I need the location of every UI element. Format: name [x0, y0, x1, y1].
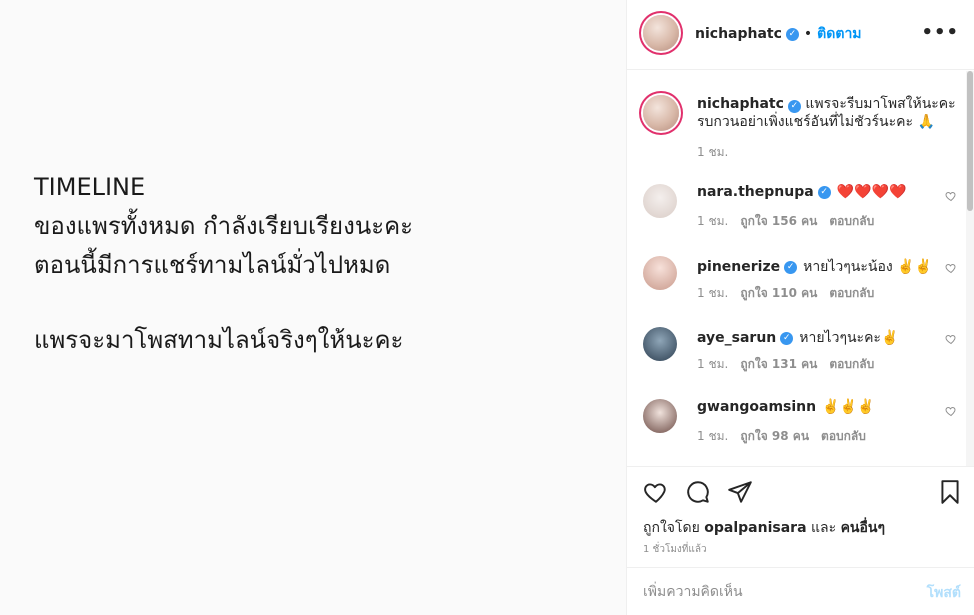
commenter-username[interactable]: gwangoamsinn: [697, 399, 816, 415]
comments-list[interactable]: nichaphatc ✓ แพรจะรีบมาโพสให้นะคะ รบกวนอย…: [627, 71, 967, 466]
save-bookmark-icon[interactable]: [937, 479, 963, 505]
reply-button[interactable]: ตอบกลับ: [821, 427, 866, 446]
header-separator: •: [803, 26, 813, 42]
author-username[interactable]: nichaphatc: [695, 26, 782, 42]
comment-item: gwangoamsinn ✌️✌️✌️ 1 ชม. ถูกใจ 98 คน ตอ…: [643, 399, 963, 466]
liked-by-others[interactable]: คนอื่นๆ: [841, 520, 885, 536]
comments-scrollbar[interactable]: [966, 71, 974, 466]
comment-text: หายไวๆนะน้อง ✌️✌️: [803, 259, 933, 275]
verified-badge-icon: ✓: [817, 185, 831, 199]
liked-by-prefix: ถูกใจโดย: [643, 520, 700, 536]
post-text-line-2: ของแพรทั้งหมด กำลังเรียบเรียงนะคะ: [34, 212, 414, 240]
verified-badge-icon: ✓: [780, 331, 794, 345]
verified-badge-icon: ✓: [784, 260, 798, 274]
caption-username[interactable]: nichaphatc: [697, 96, 784, 112]
liked-by-and: และ: [810, 520, 837, 536]
comment-text: ❤️❤️❤️❤️: [836, 184, 907, 200]
comment-line: nara.thepnupa ✓ ❤️❤️❤️❤️: [697, 184, 906, 200]
liked-by-line: ถูกใจโดย opalpanisara และ คนอื่นๆ: [643, 517, 885, 539]
comment-meta: 1 ชม. ถูกใจ 98 คน ตอบกลับ: [697, 427, 866, 446]
verified-badge-icon: ✓: [787, 100, 801, 113]
post-detail-panel: nichaphatc ✓ • ติดตาม ••• nichaphatc ✓ แพ…: [626, 0, 974, 615]
comment-time[interactable]: 1 ชม.: [697, 427, 728, 446]
caption-time[interactable]: 1 ชม.: [697, 143, 728, 162]
like-comment-heart-icon[interactable]: [945, 405, 957, 417]
add-comment-bar: โพสต์: [627, 567, 974, 615]
post-text-line-3: ตอนนี้มีการแชร์ทามไลน์มั่วไปหมด: [34, 251, 391, 279]
like-comment-heart-icon[interactable]: [945, 333, 957, 345]
author-avatar[interactable]: [643, 15, 679, 51]
like-comment-heart-icon[interactable]: [945, 262, 957, 274]
commenter-username[interactable]: nara.thepnupa: [697, 184, 814, 200]
comment-item: aye_sarun ✓ หายไวๆนะคะ✌️ 1 ชม. ถูกใจ 131…: [643, 327, 963, 399]
post-timestamp[interactable]: 1 ชั่วโมงที่แล้ว: [643, 542, 707, 557]
caption-meta: 1 ชม.: [697, 143, 728, 162]
comment-time[interactable]: 1 ชม.: [697, 212, 728, 231]
commenter-avatar[interactable]: [643, 256, 677, 290]
post-image[interactable]: TIMELINE ของแพรทั้งหมด กำลังเรียบเรียงนะ…: [0, 0, 626, 615]
comment-time[interactable]: 1 ชม.: [697, 355, 728, 374]
more-options-icon[interactable]: •••: [921, 22, 959, 43]
comment-time[interactable]: 1 ชม.: [697, 284, 728, 303]
liked-by-user[interactable]: opalpanisara: [704, 520, 806, 536]
post-text-line-4: แพรจะมาโพสทามไลน์จริงๆให้นะคะ: [34, 326, 404, 354]
reply-button[interactable]: ตอบกลับ: [829, 284, 874, 303]
caption-avatar[interactable]: [643, 95, 679, 131]
post-header: nichaphatc ✓ • ติดตาม •••: [627, 0, 974, 70]
comment-item: pinenerize ✓ หายไวๆนะน้อง ✌️✌️ 1 ชม. ถูก…: [643, 256, 963, 328]
comment-text: ✌️✌️✌️: [822, 399, 875, 415]
reply-button[interactable]: ตอบกลับ: [829, 212, 874, 231]
author-info: nichaphatc ✓ • ติดตาม: [695, 23, 862, 45]
comment-line: pinenerize ✓ หายไวๆนะน้อง ✌️✌️: [697, 256, 932, 278]
commenter-avatar[interactable]: [643, 327, 677, 361]
post-text-line-1: TIMELINE: [34, 173, 146, 201]
follow-button[interactable]: ติดตาม: [817, 23, 861, 45]
post-actions: ถูกใจโดย opalpanisara และ คนอื่นๆ 1 ชั่ว…: [627, 466, 974, 566]
scrollbar-thumb[interactable]: [967, 71, 973, 211]
post-comment-button[interactable]: โพสต์: [927, 582, 961, 604]
add-comment-input[interactable]: [643, 580, 913, 604]
comment-likes[interactable]: ถูกใจ 98 คน: [740, 427, 809, 446]
comment-line: gwangoamsinn ✌️✌️✌️: [697, 399, 874, 415]
commenter-username[interactable]: pinenerize: [697, 259, 780, 275]
commenter-avatar[interactable]: [643, 184, 677, 218]
comment-text: หายไวๆนะคะ✌️: [799, 330, 899, 346]
verified-badge-icon: ✓: [785, 27, 799, 41]
comment-meta: 1 ชม. ถูกใจ 156 คน ตอบกลับ: [697, 212, 874, 231]
comment-line: aye_sarun ✓ หายไวๆนะคะ✌️: [697, 327, 898, 349]
comment-bubble-icon[interactable]: [685, 479, 711, 505]
caption-body: nichaphatc ✓ แพรจะรีบมาโพสให้นะคะ รบกวนอย…: [697, 95, 957, 131]
comment-likes[interactable]: ถูกใจ 110 คน: [740, 284, 817, 303]
comment-likes[interactable]: ถูกใจ 131 คน: [740, 355, 817, 374]
like-heart-icon[interactable]: [643, 479, 669, 505]
share-paper-plane-icon[interactable]: [727, 479, 753, 505]
reply-button[interactable]: ตอบกลับ: [829, 355, 874, 374]
comment-meta: 1 ชม. ถูกใจ 110 คน ตอบกลับ: [697, 284, 874, 303]
like-comment-heart-icon[interactable]: [945, 190, 957, 202]
post-image-text: TIMELINE ของแพรทั้งหมด กำลังเรียบเรียงนะ…: [34, 168, 413, 360]
commenter-avatar[interactable]: [643, 399, 677, 433]
comment-meta: 1 ชม. ถูกใจ 131 คน ตอบกลับ: [697, 355, 874, 374]
comment-item: nara.thepnupa ✓ ❤️❤️❤️❤️ 1 ชม. ถูกใจ 156…: [643, 184, 963, 256]
comment-likes[interactable]: ถูกใจ 156 คน: [740, 212, 817, 231]
commenter-username[interactable]: aye_sarun: [697, 330, 776, 346]
